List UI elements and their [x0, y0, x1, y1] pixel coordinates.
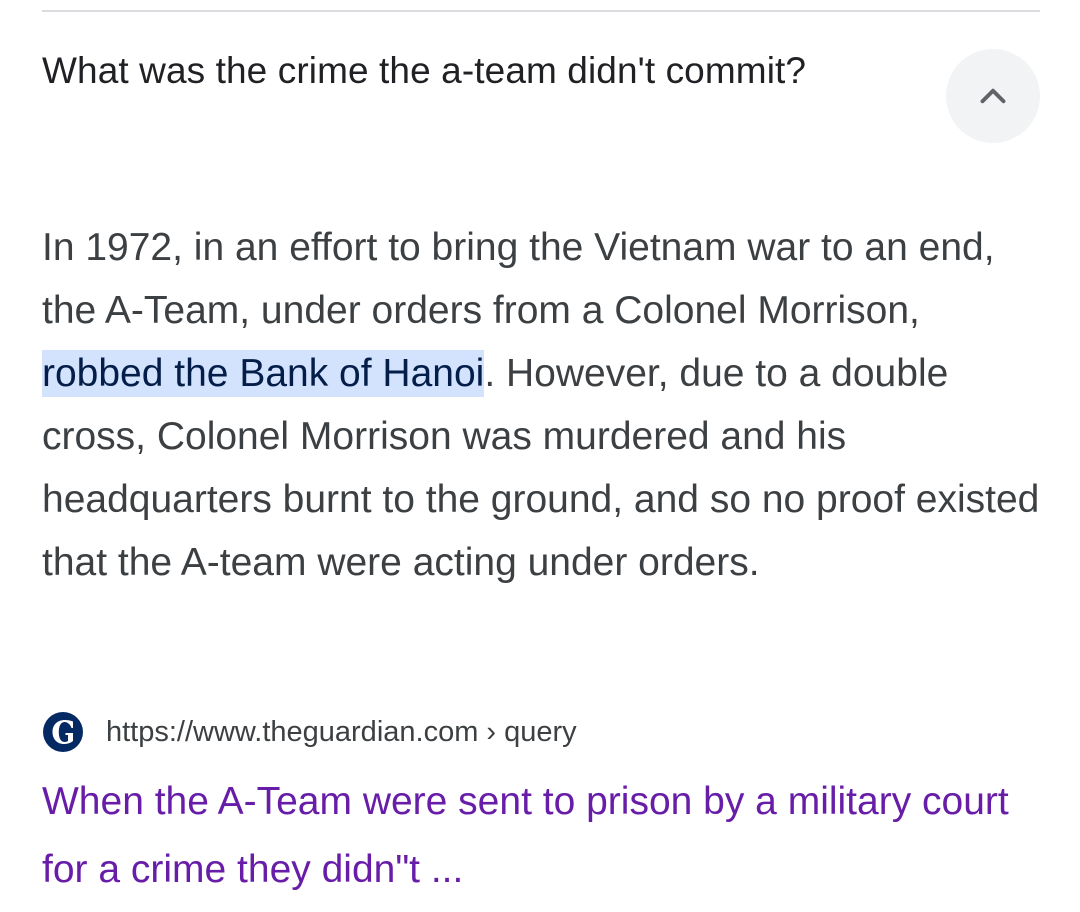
result-title-link[interactable]: When the A-Team were sent to prison by a… — [42, 768, 1042, 904]
answer-highlight: robbed the Bank of Hanoi — [42, 350, 485, 397]
source-row[interactable]: https://www.theguardian.com › query — [42, 708, 577, 756]
answer-text-before: In 1972, in an effort to bring the Vietn… — [42, 226, 995, 332]
faq-answer: In 1972, in an effort to bring the Vietn… — [42, 216, 1042, 594]
collapse-button[interactable] — [946, 49, 1040, 143]
top-divider — [42, 10, 1040, 12]
guardian-g-logo-icon — [43, 712, 83, 752]
source-url[interactable]: https://www.theguardian.com › query — [106, 716, 577, 749]
faq-question[interactable]: What was the crime the a-team didn't com… — [42, 44, 902, 97]
chevron-up-icon — [980, 88, 1006, 104]
